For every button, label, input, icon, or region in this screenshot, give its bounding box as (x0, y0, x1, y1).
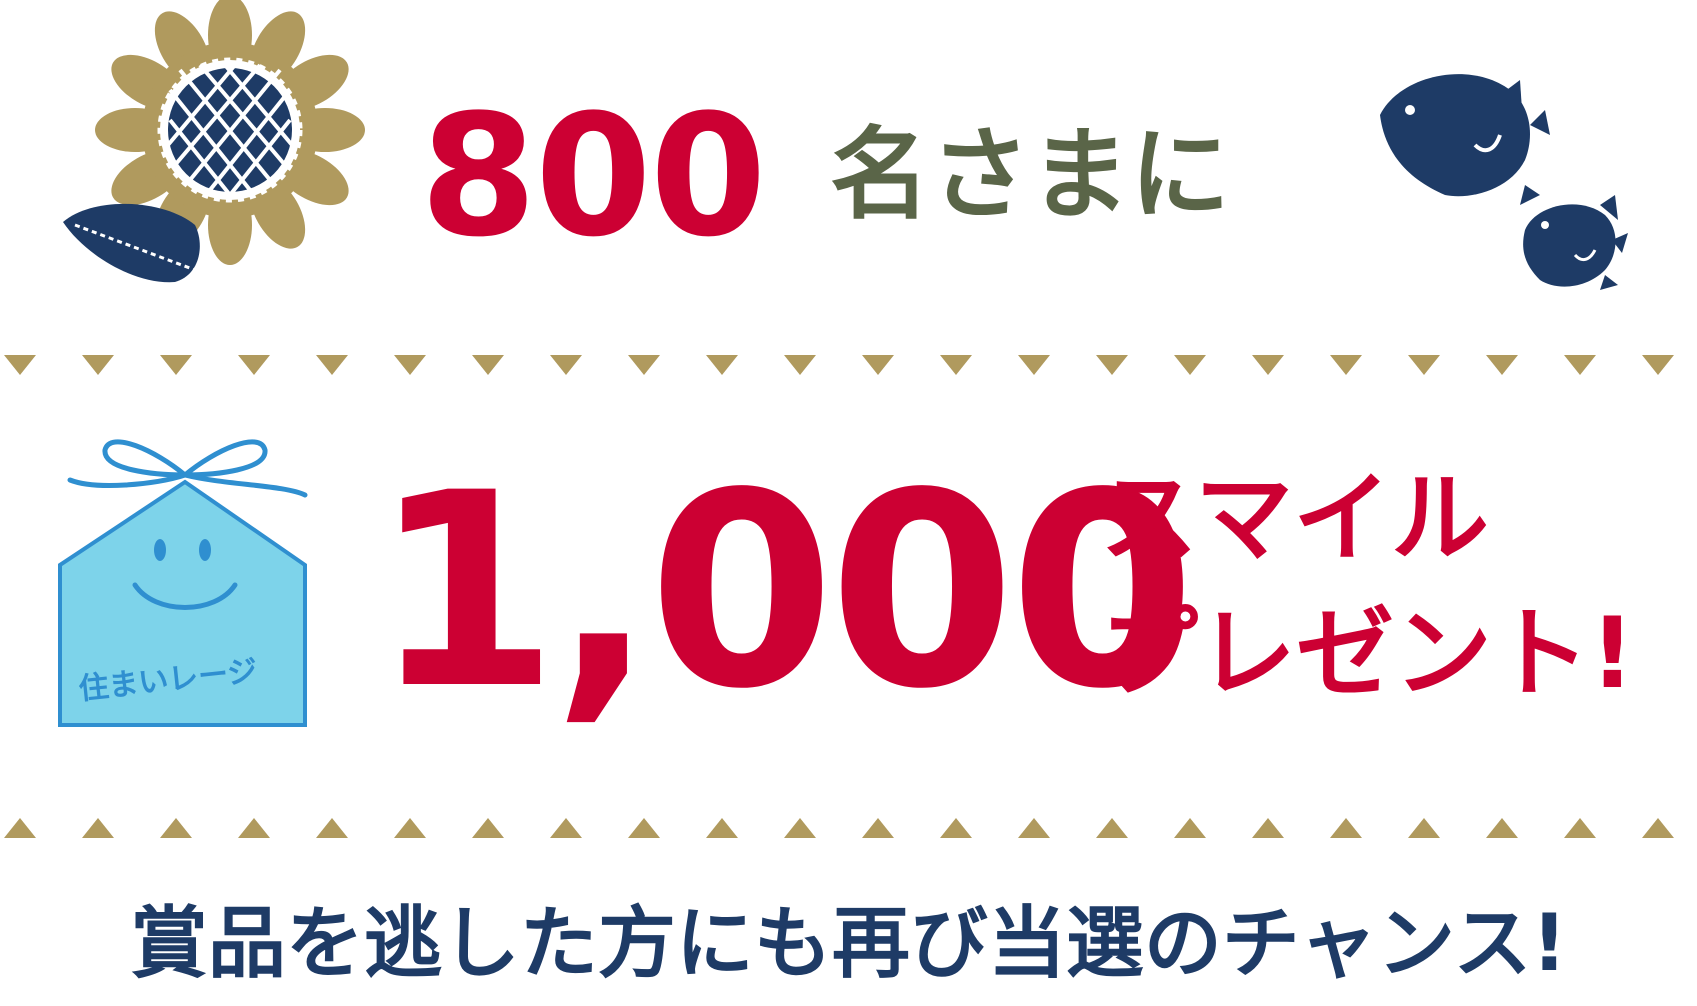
smile-amount: 1,000 (372, 436, 1196, 748)
smile-label-line2: プレゼント! (1100, 597, 1635, 711)
birds-icon (1380, 74, 1628, 290)
sunflower-icon (63, 0, 365, 283)
winner-count: 800 (420, 78, 767, 274)
winner-count-suffix: 名さまに (830, 116, 1230, 233)
second-chance-message: 賞品を逃した方にも再び当選のチャンス! (129, 899, 1568, 989)
bottom-divider (4, 818, 1674, 838)
top-divider (4, 355, 1674, 375)
smile-label-line1: スマイル (1100, 462, 1490, 576)
